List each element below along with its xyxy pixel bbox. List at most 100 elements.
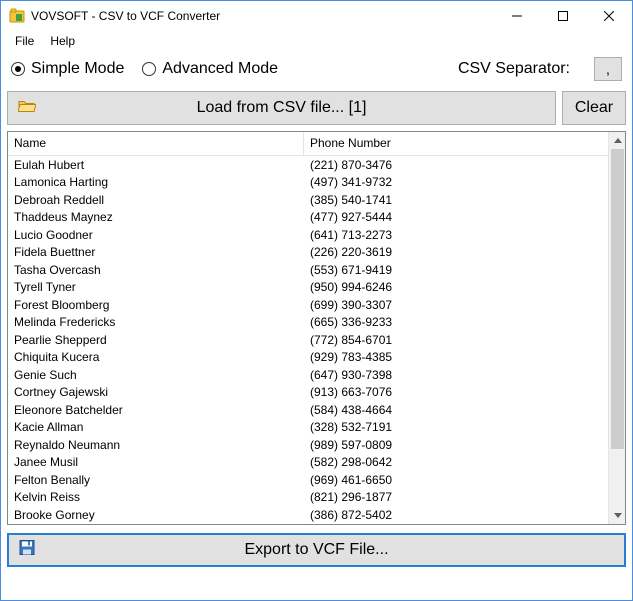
titlebar[interactable]: VOVSOFT - CSV to VCF Converter: [1, 1, 632, 31]
menu-help[interactable]: Help: [42, 32, 83, 50]
menubar: File Help: [1, 31, 632, 51]
close-button[interactable]: [586, 1, 632, 31]
radio-label: Simple Mode: [31, 60, 124, 78]
cell-name: Genie Such: [8, 368, 304, 382]
table-row[interactable]: Genie Such(647) 930-7398: [8, 366, 608, 384]
cell-phone: (385) 540-1741: [304, 193, 608, 207]
cell-name: Thaddeus Maynez: [8, 210, 304, 224]
load-csv-button[interactable]: Load from CSV file... [1]: [7, 91, 556, 125]
table-row[interactable]: Kacie Allman(328) 532-7191: [8, 419, 608, 437]
column-header-name[interactable]: Name: [8, 132, 304, 155]
cell-name: Janee Musil: [8, 455, 304, 469]
radio-icon: [11, 62, 25, 76]
cell-phone: (584) 438-4664: [304, 403, 608, 417]
radio-icon: [142, 62, 156, 76]
table-row[interactable]: Kelvin Reiss(821) 296-1877: [8, 489, 608, 507]
csv-separator-label: CSV Separator:: [458, 60, 570, 78]
cell-phone: (913) 663-7076: [304, 385, 608, 399]
cell-phone: (699) 390-3307: [304, 298, 608, 312]
cell-phone: (497) 341-9732: [304, 175, 608, 189]
cell-name: Melinda Fredericks: [8, 315, 304, 329]
cell-name: Kelvin Reiss: [8, 490, 304, 504]
cell-name: Chiquita Kucera: [8, 350, 304, 364]
cell-name: Brooke Gorney: [8, 508, 304, 522]
cell-name: Reynaldo Neumann: [8, 438, 304, 452]
scrollbar-thumb[interactable]: [611, 149, 624, 449]
table-row[interactable]: Eleonore Batchelder(584) 438-4664: [8, 401, 608, 419]
cell-name: Fidela Buettner: [8, 245, 304, 259]
cell-name: Cortney Gajewski: [8, 385, 304, 399]
cell-phone: (553) 671-9419: [304, 263, 608, 277]
table-row[interactable]: Fidela Buettner(226) 220-3619: [8, 244, 608, 262]
radio-simple-mode[interactable]: Simple Mode: [11, 60, 124, 78]
table-row[interactable]: Forest Bloomberg(699) 390-3307: [8, 296, 608, 314]
app-icon: [9, 8, 25, 24]
menu-file[interactable]: File: [7, 32, 42, 50]
csv-separator-input[interactable]: [594, 57, 622, 81]
table-row[interactable]: Melinda Fredericks(665) 336-9233: [8, 314, 608, 332]
contacts-list: Name Phone Number Eulah Hubert(221) 870-…: [7, 131, 626, 525]
load-csv-label: Load from CSV file... [1]: [197, 99, 367, 117]
cell-name: Debroah Reddell: [8, 193, 304, 207]
table-row[interactable]: Janee Musil(582) 298-0642: [8, 454, 608, 472]
cell-phone: (772) 854-6701: [304, 333, 608, 347]
table-row[interactable]: Eulah Hubert(221) 870-3476: [8, 156, 608, 174]
table-row[interactable]: Brooke Gorney(386) 872-5402: [8, 506, 608, 524]
cell-phone: (328) 532-7191: [304, 420, 608, 434]
cell-phone: (969) 461-6650: [304, 473, 608, 487]
cell-phone: (821) 296-1877: [304, 490, 608, 504]
load-toolbar: Load from CSV file... [1] Clear: [1, 87, 632, 129]
table-row[interactable]: Cortney Gajewski(913) 663-7076: [8, 384, 608, 402]
folder-open-icon: [18, 99, 36, 118]
cell-name: Eulah Hubert: [8, 158, 304, 172]
vertical-scrollbar[interactable]: [608, 132, 625, 524]
export-toolbar: Export to VCF File...: [7, 533, 626, 567]
clear-label: Clear: [575, 99, 613, 117]
minimize-button[interactable]: [494, 1, 540, 31]
cell-phone: (929) 783-4385: [304, 350, 608, 364]
scroll-down-arrow[interactable]: [609, 507, 626, 524]
cell-name: Lucio Goodner: [8, 228, 304, 242]
cell-phone: (647) 930-7398: [304, 368, 608, 382]
cell-phone: (641) 713-2273: [304, 228, 608, 242]
cell-phone: (477) 927-5444: [304, 210, 608, 224]
table-row[interactable]: Lamonica Harting(497) 341-9732: [8, 174, 608, 192]
cell-phone: (582) 298-0642: [304, 455, 608, 469]
cell-phone: (226) 220-3619: [304, 245, 608, 259]
table-row[interactable]: Tyrell Tyner(950) 994-6246: [8, 279, 608, 297]
mode-radio-group: Simple Mode Advanced Mode: [11, 60, 278, 78]
table-row[interactable]: Chiquita Kucera(929) 783-4385: [8, 349, 608, 367]
table-row[interactable]: Reynaldo Neumann(989) 597-0809: [8, 436, 608, 454]
clear-button[interactable]: Clear: [562, 91, 626, 125]
window-title: VOVSOFT - CSV to VCF Converter: [31, 9, 220, 23]
mode-toolbar: Simple Mode Advanced Mode CSV Separator:: [1, 51, 632, 87]
cell-name: Kacie Allman: [8, 420, 304, 434]
table-row[interactable]: Tasha Overcash(553) 671-9419: [8, 261, 608, 279]
cell-name: Tyrell Tyner: [8, 280, 304, 294]
table-row[interactable]: Lucio Goodner(641) 713-2273: [8, 226, 608, 244]
table-row[interactable]: Pearlie Shepperd(772) 854-6701: [8, 331, 608, 349]
cell-phone: (950) 994-6246: [304, 280, 608, 294]
cell-phone: (989) 597-0809: [304, 438, 608, 452]
list-header: Name Phone Number: [8, 132, 608, 156]
cell-name: Tasha Overcash: [8, 263, 304, 277]
maximize-button[interactable]: [540, 1, 586, 31]
column-header-phone[interactable]: Phone Number: [304, 132, 608, 155]
cell-name: Eleonore Batchelder: [8, 403, 304, 417]
table-row[interactable]: Debroah Reddell(385) 540-1741: [8, 191, 608, 209]
save-icon: [19, 540, 35, 561]
cell-phone: (386) 872-5402: [304, 508, 608, 522]
cell-phone: (665) 336-9233: [304, 315, 608, 329]
cell-phone: (221) 870-3476: [304, 158, 608, 172]
cell-name: Pearlie Shepperd: [8, 333, 304, 347]
table-row[interactable]: Thaddeus Maynez(477) 927-5444: [8, 209, 608, 227]
radio-label: Advanced Mode: [162, 60, 278, 78]
radio-advanced-mode[interactable]: Advanced Mode: [142, 60, 278, 78]
export-vcf-button[interactable]: Export to VCF File...: [7, 533, 626, 567]
cell-name: Forest Bloomberg: [8, 298, 304, 312]
scroll-up-arrow[interactable]: [609, 132, 626, 149]
cell-name: Lamonica Harting: [8, 175, 304, 189]
cell-name: Felton Benally: [8, 473, 304, 487]
table-row[interactable]: Felton Benally(969) 461-6650: [8, 471, 608, 489]
export-label: Export to VCF File...: [244, 541, 388, 559]
